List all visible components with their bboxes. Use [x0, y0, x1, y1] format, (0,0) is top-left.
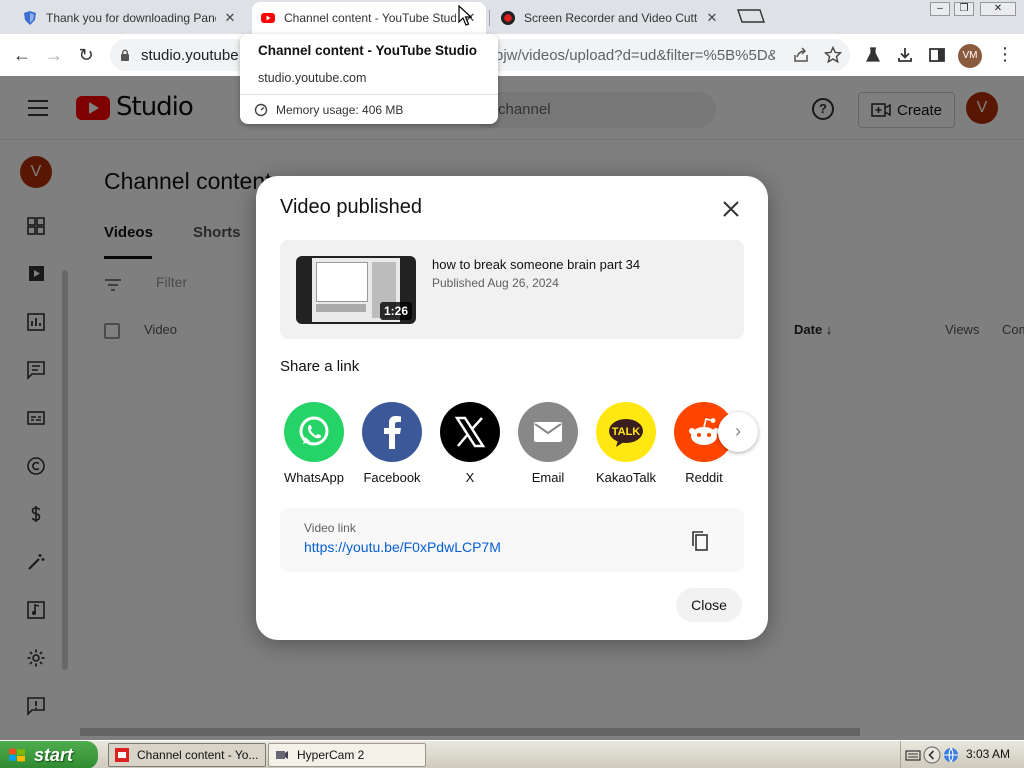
share-name: WhatsApp [284, 470, 344, 485]
close-icon[interactable] [720, 198, 742, 220]
hovercard-divider [240, 94, 498, 95]
mouse-cursor-icon [458, 5, 472, 26]
share-name: KakaoTalk [596, 470, 656, 485]
video-title: how to break someone brain part 34 [432, 257, 641, 272]
share-circle [518, 402, 578, 462]
browser-toolbar: ← → ↻ studio.youtube.c bjw/videos/upload… [0, 34, 1024, 76]
taskbar-item-label: Channel content - Yo... [137, 748, 259, 762]
facebook-icon [384, 416, 401, 449]
labs-flask-icon[interactable] [864, 46, 882, 64]
record-icon [501, 11, 515, 25]
share-section-label: Share a link [280, 358, 360, 375]
share-circle: TALK [596, 402, 656, 462]
share-x-button[interactable]: X [432, 402, 508, 485]
keyboard-tray-icon[interactable] [905, 747, 921, 763]
windows-taskbar: start Channel content - Yo... HyperCam 2… [0, 740, 1024, 768]
share-name: X [465, 470, 475, 485]
reload-icon[interactable]: ↻ [74, 43, 98, 67]
taskbar-item-label: HyperCam 2 [297, 748, 365, 762]
browser-tab-strip: Thank you for downloading Panda Free Ant… [0, 0, 1024, 34]
copy-icon[interactable] [690, 530, 710, 552]
share-scroll-next-chevron-icon[interactable]: › [718, 412, 758, 452]
video-thumbnail[interactable]: 1:26 [296, 256, 416, 324]
tab-title: Channel content - YouTube Studio [284, 11, 456, 25]
window-close-button[interactable]: ✕ [980, 2, 1016, 16]
url-path: bjw/videos/upload?d=ud&filter=%5B%5D&s..… [495, 47, 775, 64]
share-circle [284, 402, 344, 462]
close-tab-icon[interactable]: ✕ [704, 10, 720, 26]
memory-usage: Memory usage: 406 MB [276, 103, 404, 117]
profile-avatar[interactable]: VM [958, 44, 982, 68]
share-name: Facebook [363, 470, 421, 485]
start-label: start [34, 745, 74, 765]
tab-youtube-studio[interactable]: Channel content - YouTube Studio ✕ [252, 2, 486, 34]
tray-back-arrow-icon[interactable] [923, 746, 941, 764]
share-kakaotalk-button[interactable]: TALK KakaoTalk [588, 402, 664, 485]
download-icon[interactable] [896, 46, 914, 64]
email-icon [534, 422, 562, 442]
tab-panda-download[interactable]: Thank you for downloading Panda Free Ant… [14, 2, 246, 34]
lock-icon [121, 49, 129, 61]
dialog-title: Video published [280, 196, 422, 218]
video-duration: 1:26 [379, 302, 412, 320]
new-tab-icon[interactable] [736, 8, 766, 24]
close-tab-icon[interactable]: ✕ [222, 10, 238, 26]
taskbar-item-browser[interactable]: Channel content - Yo... [108, 743, 266, 767]
restore-button[interactable]: ❐ [954, 2, 974, 16]
kakaotalk-glyph: TALK [612, 426, 641, 438]
video-published-dialog: Video published 1:26 how to break someon… [256, 176, 768, 640]
menu-kebab-icon[interactable]: ⋮ [996, 44, 1014, 65]
taskbar-item-hypercam[interactable]: HyperCam 2 [268, 743, 426, 767]
side-panel-icon[interactable] [928, 46, 946, 64]
hovercard-url: studio.youtube.com [258, 71, 367, 85]
system-clock: 3:03 AM [966, 747, 1011, 761]
share-circle [440, 402, 500, 462]
share-circle [362, 402, 422, 462]
url-host: studio.youtube.c [141, 47, 251, 64]
share-icon[interactable] [792, 46, 810, 64]
memory-gauge-icon [254, 103, 268, 117]
video-publish-date: Published Aug 26, 2024 [432, 276, 559, 290]
minimize-button[interactable]: – [930, 2, 950, 16]
thumbnail-window [316, 262, 368, 302]
hovercard-title: Channel content - YouTube Studio [258, 43, 477, 58]
thumbnail-bar [316, 304, 366, 312]
back-arrow-icon[interactable]: ← [10, 43, 34, 67]
network-globe-icon[interactable] [943, 747, 959, 763]
share-name: Reddit [685, 470, 723, 485]
share-whatsapp-button[interactable]: WhatsApp [276, 402, 352, 485]
video-link-box: Video link https://youtu.be/F0xPdwLCP7M [280, 508, 744, 572]
windows-flag-icon [9, 748, 25, 762]
tab-hover-card: Channel content - YouTube Studio studio.… [240, 34, 498, 124]
share-email-button[interactable]: Email [510, 402, 586, 485]
x-icon [454, 416, 486, 448]
tab-title: Thank you for downloading Panda Free Ant… [46, 11, 216, 25]
close-button[interactable]: Close [676, 588, 742, 622]
tab-title: Screen Recorder and Video Cutter | Free [524, 11, 698, 25]
tab-separator [489, 10, 490, 26]
whatsapp-icon [299, 416, 329, 446]
share-facebook-button[interactable]: Facebook [354, 402, 430, 485]
forward-arrow-icon[interactable]: → [42, 43, 66, 67]
bookmark-star-icon[interactable] [824, 46, 842, 64]
kakaotalk-icon: TALK [609, 419, 643, 447]
tab-screen-recorder[interactable]: Screen Recorder and Video Cutter | Free … [492, 2, 728, 34]
youtube-studio-app-icon [115, 748, 129, 762]
start-button[interactable]: start [0, 741, 98, 768]
youtube-icon [261, 13, 275, 23]
video-link-label: Video link [304, 521, 356, 535]
shield-icon [24, 11, 36, 25]
video-link-url[interactable]: https://youtu.be/F0xPdwLCP7M [304, 539, 501, 555]
share-name: Email [531, 470, 565, 485]
published-video-card: 1:26 how to break someone brain part 34 … [280, 240, 744, 339]
hypercam-icon [276, 751, 288, 759]
